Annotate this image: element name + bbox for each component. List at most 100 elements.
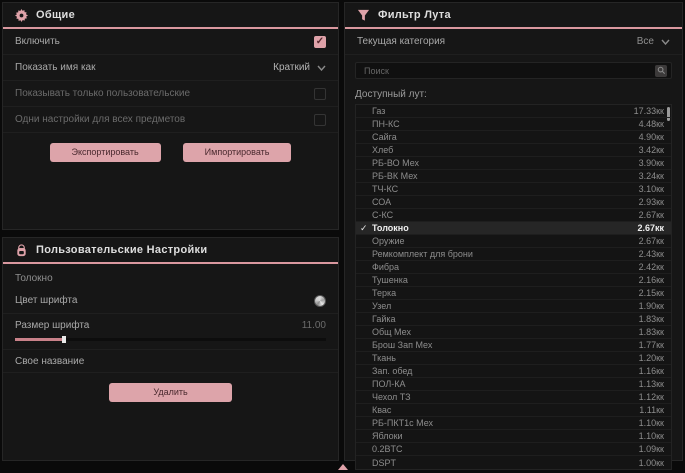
color-picker-icon[interactable] bbox=[314, 295, 326, 307]
loot-list-item[interactable]: Тушенка 2.16кк bbox=[356, 274, 671, 287]
font-size-slider[interactable] bbox=[15, 338, 326, 341]
loot-list-item[interactable]: РБ-ПКТ1с Мех 1.10кк bbox=[356, 417, 671, 430]
loot-list-item[interactable]: Квас 1.11кк bbox=[356, 404, 671, 417]
only-custom-checkbox[interactable] bbox=[314, 88, 326, 100]
enable-checkbox[interactable]: ✓ bbox=[314, 36, 326, 48]
loot-filter-panel: Фильтр Лута Текущая категория Все Доступ… bbox=[344, 2, 683, 461]
show-name-dropdown[interactable]: Краткий bbox=[273, 62, 326, 73]
loot-list-item[interactable]: Ткань 1.20кк bbox=[356, 352, 671, 365]
general-buttons: Экспортировать Импортировать bbox=[3, 133, 338, 168]
loot-item-value: 1.20кк bbox=[639, 353, 664, 363]
loot-list-item[interactable]: РБ-ВО Мех 3.90кк bbox=[356, 157, 671, 170]
loot-item-value: 2.43кк bbox=[639, 249, 664, 259]
search-box bbox=[355, 62, 672, 79]
loot-item-name: РБ-ВО Мех bbox=[372, 158, 419, 168]
loot-item-value: 1.10кк bbox=[639, 418, 664, 428]
loot-list-item[interactable]: Яблоки 1.10кк bbox=[356, 430, 671, 443]
gear-icon bbox=[15, 9, 28, 22]
loot-item-name: Зап. обед bbox=[372, 366, 412, 376]
loot-item-name: СОА bbox=[372, 197, 391, 207]
loot-item-name: Узел bbox=[372, 301, 391, 311]
loot-item-name: Тушенка bbox=[372, 275, 408, 285]
show-name-label: Показать имя как bbox=[15, 62, 95, 73]
loot-list-item[interactable]: Толокно 2.67кк bbox=[356, 222, 671, 235]
loot-panel-title: Фильтр Лута bbox=[378, 9, 451, 21]
loot-item-value: 1.13кк bbox=[639, 379, 664, 389]
category-dropdown[interactable]: Все bbox=[637, 36, 670, 47]
loot-item-name: Ткань bbox=[372, 353, 396, 363]
delete-button[interactable]: Удалить bbox=[109, 383, 231, 402]
funnel-icon bbox=[357, 9, 370, 22]
loot-item-value: 3.90кк bbox=[639, 158, 664, 168]
loot-list-item[interactable]: Общ Мех 1.83кк bbox=[356, 326, 671, 339]
loot-item-value: 1.00кк bbox=[639, 458, 664, 468]
loot-item-name: Брош Зап Мех bbox=[372, 340, 432, 350]
loot-item-name: ТЧ-КС bbox=[372, 184, 398, 194]
loot-item-name: Газ bbox=[372, 106, 385, 116]
loot-item-name: РБ-ПКТ1с Мех bbox=[372, 418, 433, 428]
loot-item-value: 1.10кк bbox=[639, 431, 664, 441]
loot-list-item[interactable]: РБ-ВК Мех 3.24кк bbox=[356, 170, 671, 183]
loot-list-item[interactable]: Ремкомплект для брони 2.43кк bbox=[356, 248, 671, 261]
custom-name-row[interactable]: Свое название bbox=[3, 349, 338, 373]
custom-buttons: Удалить bbox=[3, 373, 338, 408]
custom-panel-title: Пользовательские Настройки bbox=[36, 244, 207, 256]
loot-list-item[interactable]: Зап. обед 1.16кк bbox=[356, 365, 671, 378]
loot-list-item[interactable]: Узел 1.90кк bbox=[356, 300, 671, 313]
loot-item-name: Общ Мех bbox=[372, 327, 411, 337]
import-button[interactable]: Импортировать bbox=[183, 143, 292, 162]
export-button[interactable]: Экспортировать bbox=[50, 143, 161, 162]
loot-list-item[interactable]: Оружие 2.67кк bbox=[356, 235, 671, 248]
loot-list-item[interactable]: 0.2BTC 1.09кк bbox=[356, 443, 671, 456]
category-label: Текущая категория bbox=[357, 36, 445, 47]
loot-list-item[interactable]: Газ 17.33кк bbox=[356, 105, 671, 118]
loot-item-name: Фибра bbox=[372, 262, 399, 272]
chevron-down-icon bbox=[661, 39, 670, 45]
loot-item-value: 1.11кк bbox=[639, 405, 664, 415]
loot-item-name: Ремкомплект для брони bbox=[372, 249, 473, 259]
loot-item-value: 1.16кк bbox=[639, 366, 664, 376]
loot-item-value: 3.10кк bbox=[639, 184, 664, 194]
loot-list-item[interactable]: Фибра 2.42кк bbox=[356, 261, 671, 274]
slider-handle[interactable] bbox=[62, 336, 66, 343]
loot-list-item[interactable]: СОА 2.93кк bbox=[356, 196, 671, 209]
custom-panel-header: Пользовательские Настройки bbox=[3, 238, 338, 264]
search-icon[interactable] bbox=[655, 65, 667, 77]
loot-item-name: Оружие bbox=[372, 236, 405, 246]
loot-list-item[interactable]: ТЧ-КС 3.10кк bbox=[356, 183, 671, 196]
loot-item-name: ПН-КС bbox=[372, 119, 400, 129]
loot-item-name: РБ-ВК Мех bbox=[372, 171, 418, 181]
loot-item-value: 2.67кк bbox=[637, 223, 664, 233]
show-name-value: Краткий bbox=[273, 62, 310, 73]
loot-item-name: Терка bbox=[372, 288, 396, 298]
loot-item-name: 0.2BTC bbox=[372, 444, 403, 454]
available-loot-label: Доступный лут: bbox=[345, 86, 682, 104]
loot-list-item[interactable]: Хлеб 3.42кк bbox=[356, 144, 671, 157]
custom-settings-panel: Пользовательские Настройки Толокно Цвет … bbox=[2, 237, 339, 461]
scroll-up-arrow-icon[interactable] bbox=[338, 464, 348, 470]
loot-item-value: 4.48кк bbox=[639, 119, 664, 129]
same-settings-checkbox[interactable] bbox=[314, 114, 326, 126]
loot-list-item[interactable]: DSPT 1.00кк bbox=[356, 456, 671, 469]
chevron-down-icon bbox=[317, 65, 326, 71]
font-color-label: Цвет шрифта bbox=[15, 295, 77, 306]
loot-list-item[interactable]: Сайга 4.90кк bbox=[356, 131, 671, 144]
loot-list-item[interactable]: Брош Зап Мех 1.77кк bbox=[356, 339, 671, 352]
search-input[interactable] bbox=[364, 66, 655, 76]
loot-item-name: Яблоки bbox=[372, 431, 403, 441]
general-panel-title: Общие bbox=[36, 9, 75, 21]
loot-list-item[interactable]: Чехол ТЗ 1.12кк bbox=[356, 391, 671, 404]
only-custom-row: Показывать только пользовательские bbox=[3, 81, 338, 107]
loot-list-item[interactable]: ПН-КС 4.48кк bbox=[356, 118, 671, 131]
loot-item-value: 1.12кк bbox=[639, 392, 664, 402]
loot-item-name: Хлеб bbox=[372, 145, 393, 155]
category-row: Текущая категория Все bbox=[345, 29, 682, 55]
loot-list-item[interactable]: ПОЛ-КА 1.13кк bbox=[356, 378, 671, 391]
same-settings-label: Одни настройки для всех предметов bbox=[15, 114, 185, 125]
loot-list-item[interactable]: Гайка 1.83кк bbox=[356, 313, 671, 326]
font-color-row: Цвет шрифта bbox=[3, 288, 338, 314]
loot-item-name: ПОЛ-КА bbox=[372, 379, 406, 389]
loot-list-item[interactable]: С-КС 2.67кк bbox=[356, 209, 671, 222]
loot-item-name: Сайга bbox=[372, 132, 397, 142]
loot-list-item[interactable]: Терка 2.15кк bbox=[356, 287, 671, 300]
